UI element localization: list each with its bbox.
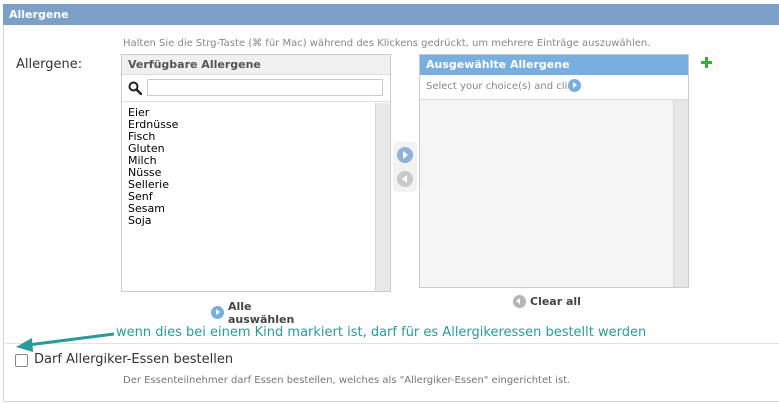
available-scrollbar[interactable] (375, 103, 390, 291)
available-list[interactable]: Eier Erdnüsse Fisch Gluten Milch Nüsse Selleri… (122, 103, 390, 291)
list-item[interactable]: Milch (128, 155, 390, 167)
chosen-scrollbar[interactable] (673, 100, 688, 287)
available-title: Verfügbare Allergene (122, 55, 390, 75)
chosen-hint: Select your choice(s) and click (420, 75, 688, 100)
filter-input[interactable] (147, 79, 383, 96)
list-item[interactable]: Fisch (128, 131, 390, 143)
clear-all-button[interactable]: Clear all (513, 295, 581, 308)
chosen-allergens-box: Ausgewählte Allergene Select your choice… (419, 54, 689, 288)
allergy-food-checkbox[interactable] (15, 354, 28, 367)
checkbox-label: Darf Allergiker-Essen bestellen (34, 352, 234, 367)
list-item[interactable]: Sellerie (128, 179, 390, 191)
list-item[interactable]: Erdnüsse (128, 119, 390, 131)
move-right-icon[interactable] (397, 147, 413, 163)
chosen-list[interactable] (420, 100, 688, 287)
divider (3, 343, 779, 344)
list-item[interactable]: Soja (128, 215, 390, 227)
search-icon (128, 81, 142, 95)
list-item[interactable]: Senf (128, 191, 390, 203)
choose-all-icon (211, 306, 224, 319)
choose-all-label: Alle auswählen (228, 300, 295, 326)
list-item[interactable]: Gluten (128, 143, 390, 155)
list-item[interactable]: Sesam (128, 203, 390, 215)
help-text-multiselect: Halten Sie die Strg-Taste (⌘ für Mac) wä… (123, 38, 651, 49)
choose-all-button[interactable]: Alle auswählen (211, 300, 298, 326)
section-header: Allergene (3, 4, 779, 25)
available-allergens-box: Verfügbare Allergene Eier Erdnüsse Fisch Gl… (121, 54, 391, 292)
clear-all-icon (513, 295, 526, 308)
chosen-hint-text: Select your choice(s) and click (426, 81, 579, 92)
annotation-text: wenn dies bei einem Kind markiert ist, d… (116, 325, 647, 340)
checkbox-help-text: Der Essenteilnehmer darf Essen bestellen… (123, 375, 571, 386)
clear-all-label: Clear all (530, 295, 581, 308)
annotation-arrow-icon (16, 332, 115, 352)
allergene-label: Allergene: (16, 57, 83, 72)
filter-row (122, 75, 390, 102)
move-left-icon[interactable] (397, 171, 413, 187)
add-plus-icon[interactable] (701, 57, 712, 68)
chosen-title: Ausgewählte Allergene (420, 55, 688, 75)
arrow-right-icon (568, 79, 581, 92)
